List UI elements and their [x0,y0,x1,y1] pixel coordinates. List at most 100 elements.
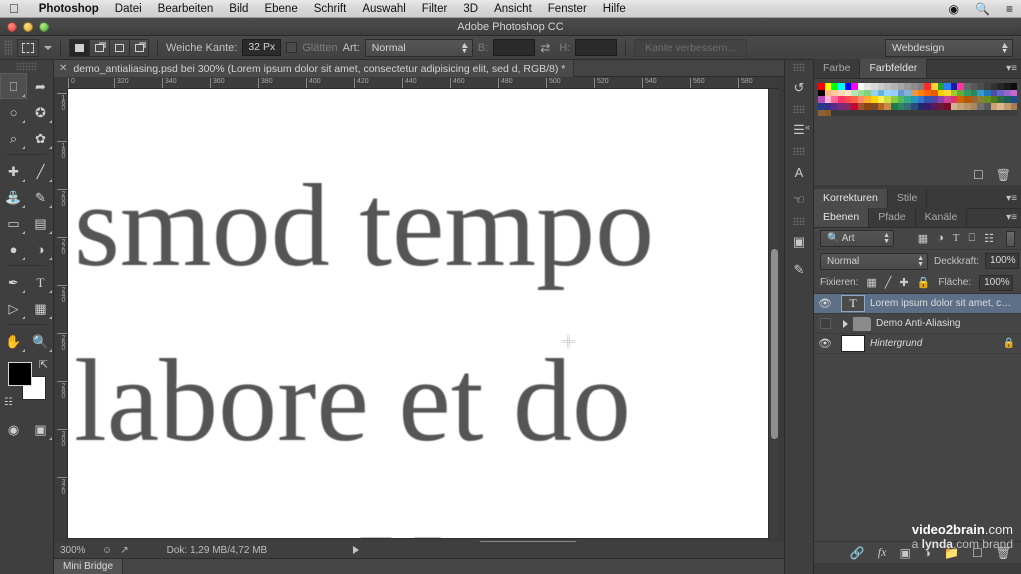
gradient-tool[interactable]: ▤ [27,210,54,236]
layer-row-group[interactable]: Demo Anti-Aliasing [814,314,1021,334]
color-swatch[interactable] [864,109,872,117]
notification-center-icon[interactable]: ≡ [998,2,1021,16]
color-swatch[interactable] [897,109,905,117]
tab-ebenen[interactable]: Ebenen [814,208,870,227]
filter-shape-icon[interactable]: ⎕ [969,232,976,245]
color-swatch[interactable] [891,83,898,90]
dock-group-grip[interactable] [793,217,805,225]
color-swatch[interactable] [844,109,852,117]
color-swatch[interactable] [871,96,878,103]
layer-name[interactable]: Hintergrund [870,338,998,349]
layer-thumbnail-background[interactable] [841,335,865,352]
scrollbar-thumb[interactable] [771,249,778,439]
color-swatch[interactable] [917,102,925,110]
color-swatch[interactable] [1003,89,1011,97]
quick-selection-tool[interactable]: ✪ [27,99,54,125]
lock-all-icon[interactable]: 🔒 [917,276,931,289]
crop-tool[interactable]: ⌕ [0,125,27,151]
panel-menu-icon[interactable]: ▾≡ [1006,194,1017,204]
close-document-icon[interactable]: ✕ [59,63,67,74]
color-swatch[interactable] [910,102,918,110]
color-swatch[interactable] [831,102,838,110]
color-swatch[interactable] [818,109,825,117]
new-selection-button[interactable] [69,38,89,57]
antialias-checkbox[interactable] [286,42,298,53]
close-window-button[interactable] [7,22,17,32]
color-swatch[interactable] [904,89,911,97]
color-swatch[interactable] [944,83,951,90]
path-selection-tool[interactable]: ▷ [0,295,27,321]
color-swatch[interactable] [837,89,845,97]
color-swatch[interactable] [871,89,878,97]
layer-row-background[interactable]: 👁 Hintergrund 🔒 [814,334,1021,354]
rectangular-marquee-tool[interactable]: ⎕ [0,73,27,99]
zoom-window-button[interactable] [39,22,49,32]
brush-tool[interactable]: ╱ [27,158,54,184]
dock-group-grip[interactable] [793,105,805,113]
filter-pixel-icon[interactable]: ▦ [918,232,928,245]
clone-stamp-tool[interactable]: ⛲ [0,184,27,210]
layer-visibility-toggle[interactable]: 👁 [814,337,836,350]
color-swatch[interactable] [1003,102,1011,110]
layer-filter-kind-select[interactable]: 🔍 Art ▲ ▼ [820,230,894,247]
menu-item-hilfe[interactable]: Hilfe [595,0,634,18]
color-swatch[interactable] [864,89,872,97]
color-swatch[interactable] [857,102,865,110]
color-swatch[interactable] [937,102,945,110]
color-swatch[interactable] [904,83,911,90]
refine-edge-button[interactable]: Kante verbessern... [634,38,748,57]
hand-tool[interactable]: ✋ [0,328,27,354]
color-swatch[interactable] [851,83,858,90]
eraser-tool[interactable]: ▭ [0,210,27,236]
swap-foreground-background-icon[interactable]: ⇱ [39,358,48,371]
color-swatch[interactable] [957,83,965,90]
layer-visibility-toggle[interactable]: 👁 [814,297,836,310]
color-swatch[interactable] [950,102,958,110]
color-swatch[interactable] [997,83,1004,90]
color-swatch[interactable] [904,96,911,103]
color-swatch[interactable] [970,96,978,103]
menu-item-bild[interactable]: Bild [221,0,256,18]
color-swatch[interactable] [990,102,998,110]
panel-menu-icon[interactable]: ▾≡ [1006,64,1017,74]
horizontal-ruler[interactable]: 0 320 340 360 380 400 420 440 460 480 50… [68,77,778,89]
color-swatch[interactable] [897,96,905,103]
color-swatch[interactable] [950,89,958,97]
share-icon[interactable]: ↗ [120,545,128,556]
blend-mode-select[interactable]: Normal ▲ ▼ [820,252,928,270]
display-mirror-icon[interactable]: ◉ [941,2,967,16]
color-swatch[interactable] [851,109,858,117]
color-swatch[interactable] [944,102,951,110]
color-swatch[interactable] [930,102,938,110]
layer-thumbnail-type[interactable]: T [841,295,865,312]
color-swatch[interactable] [864,83,872,90]
color-swatch[interactable] [990,89,998,97]
color-swatch[interactable] [984,102,991,110]
document-tab[interactable]: ✕ demo_antialiasing.psd bei 300% (Lorem … [54,60,575,77]
menu-item-schrift[interactable]: Schrift [306,0,355,18]
dock-group-grip[interactable] [793,63,805,71]
menu-item-photoshop[interactable]: Photoshop [31,0,107,18]
foreground-color-chip[interactable] [8,362,32,386]
color-swatch[interactable] [917,96,925,103]
color-swatch[interactable] [937,109,945,117]
feather-input[interactable]: 32 Px [242,39,282,56]
color-swatch[interactable] [818,102,825,110]
tab-korrekturen[interactable]: Korrekturen [814,189,888,208]
tab-farbe[interactable]: Farbe [814,59,861,78]
rectangle-tool[interactable]: ▦ [27,295,54,321]
color-swatch[interactable] [964,102,971,110]
tool-preset-picker[interactable] [17,38,39,57]
filter-type-icon[interactable]: T [953,232,960,245]
link-layers-icon[interactable]: 🔗 [850,546,865,560]
color-swatch[interactable] [831,96,838,103]
color-swatch[interactable] [950,83,958,90]
color-swatch[interactable] [990,96,998,103]
color-swatch[interactable] [990,83,998,90]
lock-transparent-pixels-icon[interactable]: ▦ [866,276,876,289]
filter-adjustment-icon[interactable]: ◑ [937,232,944,245]
history-panel-icon[interactable]: ↺ [785,74,813,102]
color-swatch[interactable] [844,96,852,103]
color-swatch[interactable] [910,83,918,90]
color-swatch[interactable] [984,83,991,90]
